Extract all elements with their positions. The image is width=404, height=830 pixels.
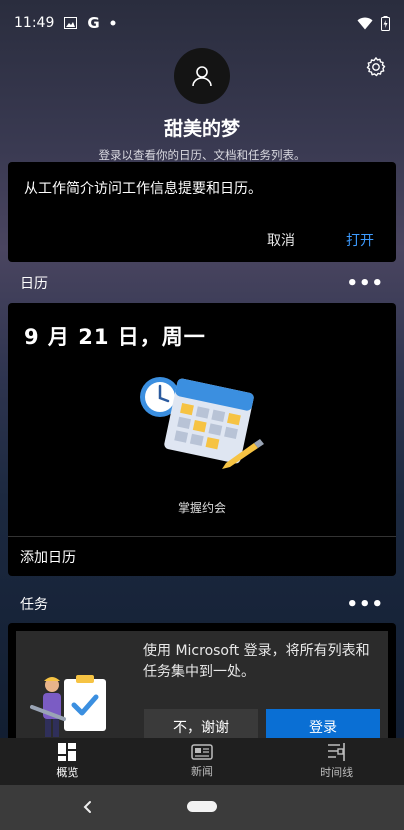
task-checklist-illustration-icon bbox=[30, 675, 106, 737]
calendar-section-header: 日历 ••• bbox=[0, 268, 404, 298]
calendar-caption: 掌握约会 bbox=[177, 501, 226, 515]
tasks-section-title: 任务 bbox=[20, 597, 48, 613]
calendar-section-title: 日历 bbox=[20, 276, 48, 292]
google-icon: G bbox=[87, 14, 100, 32]
work-profile-text: 从工作简介访问工作信息提要和日历。 bbox=[24, 181, 262, 197]
tasks-prompt-text: 使用 Microsoft 登录，将所有列表和任务集中到一处。 bbox=[143, 643, 370, 680]
dot-icon bbox=[110, 20, 116, 26]
nav-news[interactable]: 新闻 bbox=[135, 738, 270, 785]
work-profile-card: 从工作简介访问工作信息提要和日历。 取消 打开 bbox=[8, 162, 396, 262]
news-icon bbox=[191, 744, 213, 760]
divider bbox=[8, 536, 396, 537]
calendar-clock-illustration-icon bbox=[140, 377, 264, 469]
add-calendar-button[interactable]: 添加日历 bbox=[20, 547, 76, 567]
bottom-nav: 概览 新闻 时间线 bbox=[0, 738, 404, 785]
profile-header: 甜美的梦 登录以查看你的日历、文档和任务列表。 bbox=[0, 46, 404, 163]
settings-button[interactable] bbox=[364, 56, 388, 80]
status-time: 11:49 bbox=[14, 15, 55, 31]
login-subtitle[interactable]: 登录以查看你的日历、文档和任务列表。 bbox=[0, 147, 404, 163]
avatar[interactable] bbox=[174, 48, 230, 104]
gear-icon bbox=[366, 57, 386, 77]
user-name: 甜美的梦 bbox=[163, 118, 240, 140]
tasks-more-button[interactable]: ••• bbox=[346, 594, 384, 615]
battery-icon bbox=[381, 15, 390, 31]
calendar-more-button[interactable]: ••• bbox=[346, 273, 384, 294]
tasks-login-prompt: 使用 Microsoft 登录，将所有列表和任务集中到一处。 不，谢谢 登录 bbox=[16, 631, 388, 751]
nav-news-label: 新闻 bbox=[191, 765, 213, 778]
system-navigation-bar bbox=[0, 785, 404, 830]
nav-timeline-label: 时间线 bbox=[320, 766, 354, 779]
image-icon bbox=[64, 17, 78, 29]
cancel-button[interactable]: 取消 bbox=[267, 230, 295, 250]
person-icon bbox=[192, 66, 212, 87]
overview-icon bbox=[58, 743, 77, 761]
nav-overview-label: 概览 bbox=[56, 766, 79, 779]
calendar-date: 9 月 21 日，周一 bbox=[24, 325, 206, 349]
wifi-icon bbox=[357, 17, 373, 30]
home-button[interactable] bbox=[187, 801, 217, 812]
tasks-section-header: 任务 ••• bbox=[0, 589, 404, 619]
back-button[interactable] bbox=[80, 797, 96, 817]
chevron-left-icon bbox=[83, 801, 91, 813]
open-button[interactable]: 打开 bbox=[346, 230, 374, 250]
timeline-icon bbox=[327, 743, 345, 761]
status-bar: 11:49 G bbox=[0, 0, 404, 46]
nav-timeline[interactable]: 时间线 bbox=[269, 738, 404, 785]
nav-overview[interactable]: 概览 bbox=[0, 738, 135, 785]
calendar-card: 9 月 21 日，周一 掌握约会 添加日历 bbox=[8, 303, 396, 576]
